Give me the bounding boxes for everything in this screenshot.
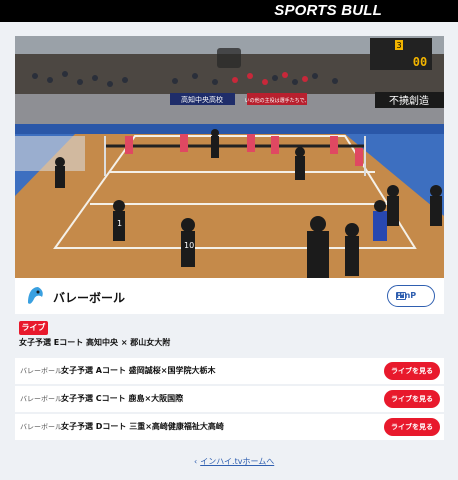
channel-title: バレーボール [53,291,126,305]
home-link-label: インハイ.tvホームへ [200,457,275,466]
match-category: バレーボール [20,395,62,403]
video-player[interactable]: 高知中央高校 いの他の主役は選手たちで、 不撓創造 3 00 10 1 [15,36,444,278]
volleyball-mascot-icon [23,284,47,308]
home-link[interactable]: ‹ インハイ.tvホームへ [194,456,274,467]
picture-in-picture-icon [396,292,406,300]
match-row[interactable]: バレーボール 女子予選 Dコート 三重×高崎健康福祉大高崎 ライブを見る [15,414,444,440]
match-row[interactable]: バレーボール 女子予選 Aコート 盛岡誠桜×国学院大栃木 ライブを見る [15,358,444,384]
live-badge: ライブ [19,321,48,335]
match-title: 女子予選 Aコート 盛岡誠桜×国学院大栃木 [61,366,216,375]
watch-live-button[interactable]: ライブを見る [384,362,440,380]
watch-live-button[interactable]: ライブを見る [384,418,440,436]
match-category: バレーボール [20,423,62,431]
brand-logo[interactable]: SPORTS BULL [274,2,382,19]
channel-card: バレーボール PinP [15,278,444,314]
banner-message: いの他の主役は選手たちで、 [245,97,310,104]
top-bar: SPORTS BULL [0,0,458,22]
pip-overlay-icon[interactable] [217,48,241,68]
match-row[interactable]: バレーボール 女子予選 Cコート 鹿島×大阪国際 ライブを見る [15,386,444,412]
match-category: バレーボール [20,367,62,375]
volleyball-court-scene: 高知中央高校 いの他の主役は選手たちで、 不撓創造 3 00 10 1 [15,36,444,278]
banner-school: 高知中央高校 [181,95,223,104]
banner-motto: 不撓創造 [389,94,429,107]
svg-text:10: 10 [184,241,194,250]
scoreboard-set: 3 [396,41,401,50]
scoreboard-score: 00 [413,55,427,69]
watch-live-button[interactable]: ライブを見る [384,390,440,408]
svg-text:1: 1 [117,219,122,228]
match-title: 女子予選 Dコート 三重×高崎健康福祉大高崎 [61,422,224,431]
pinp-button[interactable]: PinP [387,285,435,307]
chevron-left-icon: ‹ [194,457,198,466]
current-match-title: 女子予選 Eコート 高知中央 × 郡山女大附 [19,338,171,347]
match-title: 女子予選 Cコート 鹿島×大阪国際 [61,394,184,403]
